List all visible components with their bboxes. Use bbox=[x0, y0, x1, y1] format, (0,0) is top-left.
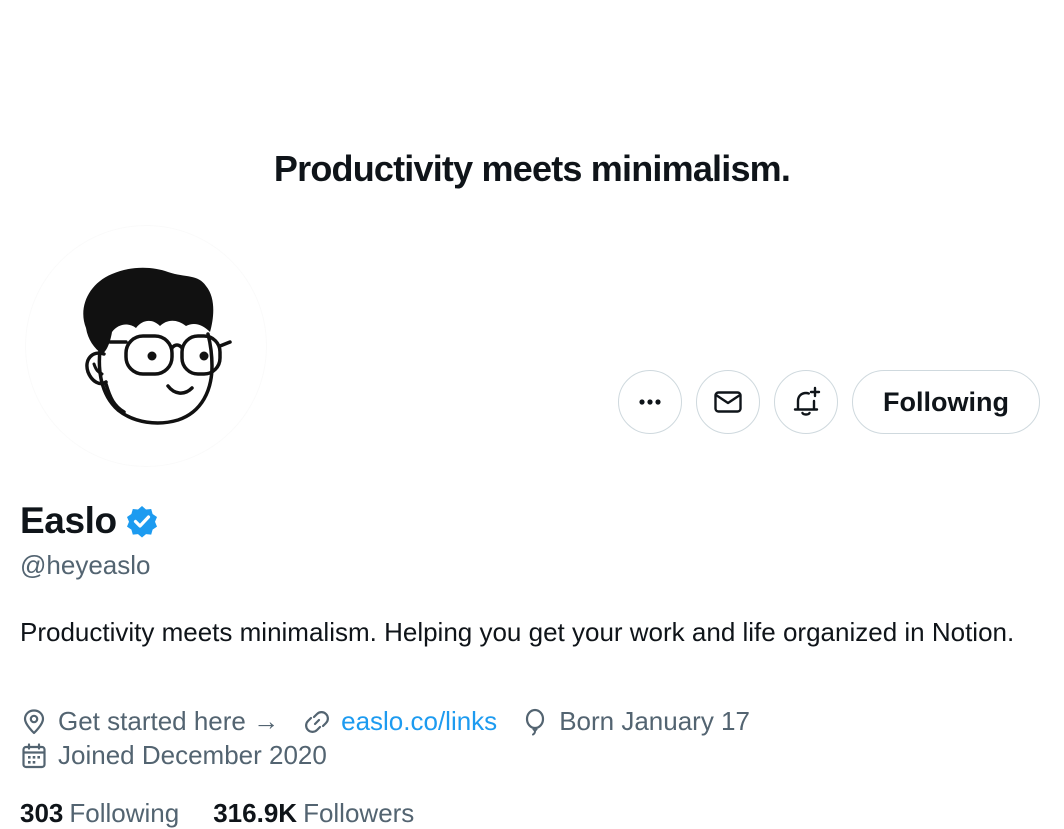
website-link[interactable]: easlo.co/links bbox=[341, 706, 497, 737]
following-label: Following bbox=[69, 798, 180, 828]
avatar-illustration bbox=[83, 267, 232, 425]
message-button[interactable] bbox=[696, 370, 761, 434]
profile-name-row: Easlo bbox=[20, 500, 159, 542]
birthday-text: Born January 17 bbox=[559, 706, 750, 736]
link-icon bbox=[305, 710, 330, 733]
calendar-icon bbox=[22, 742, 46, 768]
joined-item: Joined December 2020 bbox=[20, 740, 327, 771]
joined-text: Joined December 2020 bbox=[58, 740, 327, 770]
banner-tagline: Productivity meets minimalism. bbox=[273, 148, 791, 189]
avatar[interactable] bbox=[26, 226, 266, 466]
profile-actions: Following bbox=[618, 370, 1040, 434]
following-count: 303 bbox=[20, 798, 64, 828]
birthday-item: Born January 17 bbox=[521, 706, 750, 737]
mail-icon bbox=[714, 391, 742, 413]
verified-badge-icon[interactable] bbox=[125, 504, 159, 538]
followers-count: 316.9K bbox=[213, 798, 298, 828]
profile-meta-row-2: Joined December 2020 bbox=[20, 740, 351, 771]
followers-label: Followers bbox=[303, 798, 415, 828]
location-pin-icon bbox=[23, 708, 45, 734]
followers-stat[interactable]: 316.9K Followers bbox=[213, 798, 414, 829]
profile-meta-row: Get started here → easlo.co/links Born J… bbox=[20, 706, 774, 737]
profile-bio: Productivity meets minimalism. Helping y… bbox=[20, 617, 1015, 647]
following-button[interactable]: Following bbox=[852, 370, 1040, 434]
more-options-button[interactable] bbox=[618, 370, 683, 434]
website-item[interactable]: easlo.co/links bbox=[303, 706, 497, 737]
following-stat[interactable]: 303 Following bbox=[20, 798, 179, 829]
ellipsis-icon bbox=[639, 399, 661, 405]
bell-plus-icon bbox=[793, 386, 821, 416]
location-item: Get started here → bbox=[20, 706, 279, 737]
notifications-button[interactable] bbox=[774, 370, 839, 434]
balloon-icon bbox=[526, 708, 545, 735]
user-handle: @heyeaslo bbox=[20, 550, 151, 580]
location-text: Get started here → bbox=[58, 706, 280, 736]
follow-stats: 303 Following 316.9K Followers bbox=[20, 798, 448, 829]
display-name: Easlo bbox=[20, 500, 117, 541]
